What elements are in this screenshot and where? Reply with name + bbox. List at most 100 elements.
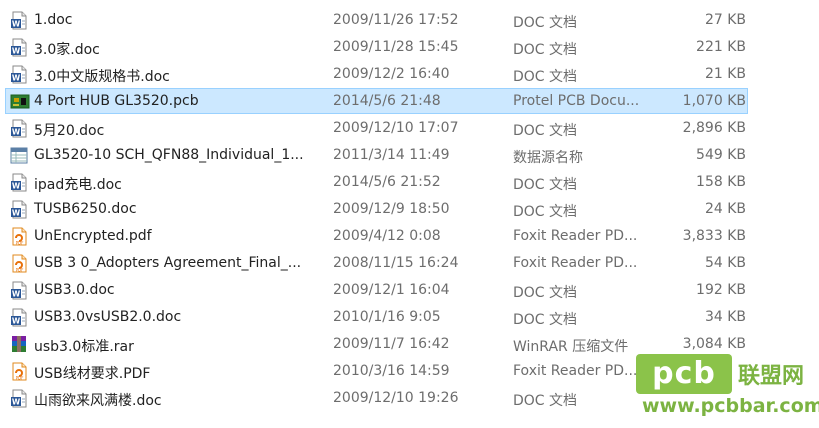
file-date-modified: 2011/3/14 11:49 xyxy=(333,147,450,163)
file-row[interactable]: PDF UnEncrypted.pdf 2009/4/12 0:08 Foxit Re… xyxy=(0,223,819,250)
file-name: ipad充电.doc xyxy=(34,177,122,193)
file-row[interactable]: Wipad充电.doc 2014/5/6 21:52 DOC 文档 158 KB xyxy=(0,169,819,196)
word-doc-icon: W xyxy=(10,308,28,327)
file-size: 2,896 KB xyxy=(682,120,746,136)
file-name: 1.doc xyxy=(34,12,73,28)
pdf-icon: PDF xyxy=(10,227,28,246)
file-type: Foxit Reader PD... xyxy=(513,228,638,244)
svg-text:W: W xyxy=(12,20,21,29)
file-row[interactable]: W USB3.0.doc 2009/12/1 16:04 DOC 文档 192 KB xyxy=(0,277,819,304)
svg-text:W: W xyxy=(12,317,21,326)
file-type: DOC 文档 xyxy=(513,15,578,31)
svg-text:PDF: PDF xyxy=(16,268,24,273)
file-size: 1,070 KB xyxy=(682,93,746,109)
file-date-modified: 2009/12/2 16:40 xyxy=(333,66,450,82)
word-doc-icon: W xyxy=(10,389,28,408)
file-name: 5月20.doc xyxy=(34,123,105,139)
file-size: 192 KB xyxy=(696,282,746,298)
file-type: DOC 文档 xyxy=(513,204,578,220)
file-name: GL3520-10 SCH_QFN88_Individual_1... xyxy=(34,147,304,163)
file-date-modified: 2009/12/1 16:04 xyxy=(333,282,450,298)
file-name: USB3.0vsUSB2.0.doc xyxy=(34,309,182,325)
file-name: 山雨欲来风满楼.doc xyxy=(34,393,162,409)
watermark-url: www.pcbbar.com xyxy=(642,395,819,417)
file-name: UnEncrypted.pdf xyxy=(34,228,152,244)
pdf-icon: PDF xyxy=(10,254,28,273)
file-size: 24 KB xyxy=(704,201,746,217)
file-date-modified: 2009/12/9 18:50 xyxy=(333,201,450,217)
file-date-modified: 2010/1/16 9:05 xyxy=(333,309,441,325)
file-row[interactable]: W 1.doc 2009/11/26 17:52 DOC 文档 27 KB xyxy=(0,7,819,34)
watermark-logo: pcb 联盟网 www.pcbbar.com xyxy=(636,354,819,424)
file-size: 549 KB xyxy=(696,147,746,163)
word-doc-icon: W xyxy=(10,65,28,84)
svg-text:W: W xyxy=(12,47,21,56)
word-doc-icon: W xyxy=(10,11,28,30)
file-type: DOC 文档 xyxy=(513,393,578,409)
file-size: 21 KB xyxy=(704,66,746,82)
file-size: 3,084 KB xyxy=(682,336,746,352)
file-size: 158 KB xyxy=(696,174,746,190)
file-type: DOC 文档 xyxy=(513,285,578,301)
word-doc-icon: W xyxy=(10,119,28,138)
file-date-modified: 2009/12/10 19:26 xyxy=(333,390,459,406)
file-size: 27 KB xyxy=(704,12,746,28)
file-row[interactable]: W USB3.0vsUSB2.0.doc 2010/1/16 9:05 DOC 文档 3… xyxy=(0,304,819,331)
svg-text:PDF: PDF xyxy=(16,376,24,381)
file-name: USB 3 0_Adopters Agreement_Final_... xyxy=(34,255,302,271)
svg-text:W: W xyxy=(12,209,21,218)
file-date-modified: 2010/3/16 14:59 xyxy=(333,363,450,379)
pdf-icon: PDF xyxy=(10,362,28,381)
svg-text:W: W xyxy=(12,290,21,299)
file-size: 3,833 KB xyxy=(682,228,746,244)
file-type: DOC 文档 xyxy=(513,123,578,139)
file-name: USB3.0.doc xyxy=(34,282,115,298)
file-name: TUSB6250.doc xyxy=(34,201,137,217)
file-list: W 1.doc 2009/11/26 17:52 DOC 文档 27 KB W 3.0家.d… xyxy=(0,7,819,412)
file-size: 54 KB xyxy=(704,255,746,271)
file-row[interactable]: W 3.0中文版规格书.doc 2009/12/2 16:40 DOC 文档 21 KB xyxy=(0,61,819,88)
file-row[interactable]: W 3.0家.doc 2009/11/28 15:45 DOC 文档 221 KB xyxy=(0,34,819,61)
file-type: Foxit Reader PD... xyxy=(513,363,638,379)
file-name: 3.0家.doc xyxy=(34,42,100,58)
file-name: 4 Port HUB GL3520.pcb xyxy=(34,93,199,109)
file-name: USB线材要求.PDF xyxy=(34,366,151,382)
file-name: 3.0中文版规格书.doc xyxy=(34,69,170,85)
svg-text:W: W xyxy=(12,398,21,407)
svg-text:W: W xyxy=(12,128,21,137)
watermark-cn-text: 联盟网 xyxy=(738,364,805,389)
file-date-modified: 2014/5/6 21:48 xyxy=(333,93,441,109)
file-size: 221 KB xyxy=(696,39,746,55)
svg-text:W: W xyxy=(12,74,21,83)
file-date-modified: 2009/4/12 0:08 xyxy=(333,228,441,244)
file-date-modified: 2008/11/15 16:24 xyxy=(333,255,459,271)
file-size: 34 KB xyxy=(704,309,746,325)
file-row[interactable]: GL3520-10 SCH_QFN88_Individual_1... 2011/… xyxy=(0,142,819,169)
file-type: DOC 文档 xyxy=(513,42,578,58)
data-source-icon xyxy=(10,146,28,165)
file-row[interactable]: PDF USB 3 0_Adopters Agreement_Final_... 2… xyxy=(0,250,819,277)
watermark-pcb-badge: pcb xyxy=(636,354,732,394)
file-type: DOC 文档 xyxy=(513,312,578,328)
file-type: WinRAR 压缩文件 xyxy=(513,339,629,355)
file-type: Protel PCB Docu... xyxy=(513,93,640,109)
file-row[interactable]: W 5月20.doc 2009/12/10 17:07 DOC 文档 2,896 KB xyxy=(0,115,819,142)
svg-text:PDF: PDF xyxy=(16,241,24,246)
file-date-modified: 2014/5/6 21:52 xyxy=(333,174,441,190)
file-name: usb3.0标准.rar xyxy=(34,339,134,355)
rar-archive-icon xyxy=(10,335,28,354)
file-row[interactable]: 4 Port HUB GL3520.pcb 2014/5/6 21:48 Prote… xyxy=(0,88,819,115)
word-doc-icon: W xyxy=(10,200,28,219)
file-type: DOC 文档 xyxy=(513,177,578,193)
word-doc-icon: W xyxy=(10,38,28,57)
file-type: 数据源名称 xyxy=(513,150,583,166)
file-date-modified: 2009/12/10 17:07 xyxy=(333,120,459,136)
file-date-modified: 2009/11/28 15:45 xyxy=(333,39,459,55)
word-doc-icon: W xyxy=(10,173,28,192)
file-date-modified: 2009/11/26 17:52 xyxy=(333,12,459,28)
file-row[interactable]: W TUSB6250.doc 2009/12/9 18:50 DOC 文档 24 KB xyxy=(0,196,819,223)
word-doc-icon: W xyxy=(10,281,28,300)
pcb-file-icon xyxy=(10,92,30,111)
file-date-modified: 2009/11/7 16:42 xyxy=(333,336,450,352)
file-type: Foxit Reader PD... xyxy=(513,255,638,271)
